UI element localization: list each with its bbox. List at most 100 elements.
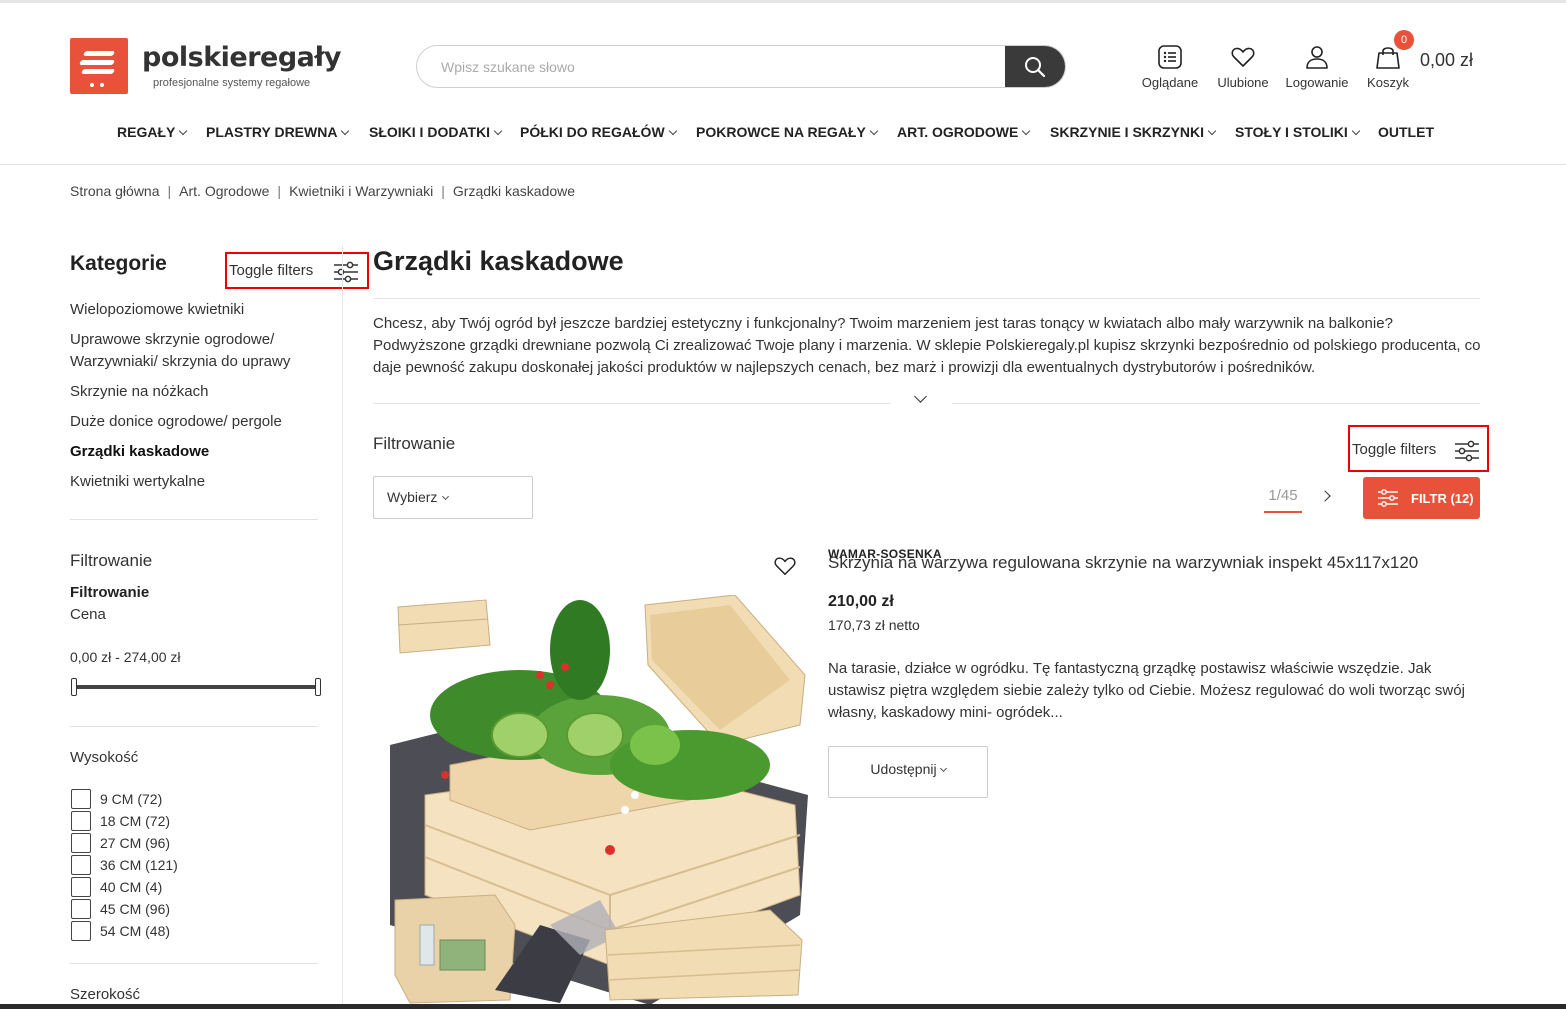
favorites-button[interactable]: Ulubione xyxy=(1212,44,1274,90)
height-filter-heading: Wysokość xyxy=(70,749,139,766)
checkbox[interactable] xyxy=(71,921,91,941)
product-price-netto: 170,73 zł netto xyxy=(828,617,920,633)
price-slider-min-handle[interactable] xyxy=(71,678,77,696)
breadcrumb-item[interactable]: Art. Ogrodowe xyxy=(179,183,269,199)
sidebar-toggle-filters[interactable]: Toggle filters xyxy=(225,252,369,289)
chevron-down-icon xyxy=(341,126,350,136)
product-description: Na tarasie, działce w ogródku. Tę fantas… xyxy=(828,660,1465,721)
heart-icon xyxy=(1231,47,1255,67)
height-option[interactable]: 36 CM (121) xyxy=(71,855,178,875)
login-button[interactable]: Logowanie xyxy=(1282,44,1352,90)
sidebar-category[interactable]: Uprawowe skrzynie ogrodowe/ Warzywniaki/… xyxy=(70,329,310,373)
search-button[interactable] xyxy=(1005,46,1065,87)
logo-tagline: profesjonalne systemy regałowe xyxy=(153,77,311,89)
price-slider-track[interactable] xyxy=(74,685,318,689)
viewed-button[interactable]: Oglądane xyxy=(1138,44,1202,90)
nav-item-regaly[interactable]: REGAŁY xyxy=(117,124,188,140)
height-option[interactable]: 9 CM (72) xyxy=(71,789,162,809)
sidebar-category[interactable]: Duże donice ogrodowe/ pergole xyxy=(70,411,320,433)
nav-divider xyxy=(0,164,1566,165)
search-bar xyxy=(416,45,1066,88)
sidebar-category-active[interactable]: Grządki kaskadowe xyxy=(70,441,320,463)
chevron-right-icon[interactable] xyxy=(1319,490,1331,502)
product-price: 210,00 zł xyxy=(828,593,894,610)
sliders-icon xyxy=(1378,489,1398,507)
category-description: Chcesz, aby Twój ogród był jeszcze bardz… xyxy=(373,315,1481,376)
login-label: Logowanie xyxy=(1285,75,1349,90)
chevron-down-icon xyxy=(442,492,450,501)
chevron-down-icon xyxy=(914,390,927,403)
height-option[interactable]: 40 CM (4) xyxy=(71,877,162,897)
product-name[interactable]: Skrzynia na warzywa regulowana skrzynie … xyxy=(828,553,1418,573)
expand-description-button[interactable] xyxy=(890,390,952,408)
chevron-down-icon xyxy=(179,126,188,136)
height-option[interactable]: 18 CM (72) xyxy=(71,811,170,831)
height-option[interactable]: 27 CM (96) xyxy=(71,833,170,853)
checkbox[interactable] xyxy=(71,833,91,853)
breadcrumb-item[interactable]: Strona główna xyxy=(70,183,160,199)
nav-item-art-ogrodowe[interactable]: ART. OGRODOWE xyxy=(897,124,1031,140)
sliders-icon xyxy=(334,261,358,283)
price-range-value: 0,00 zł - 274,00 zł xyxy=(70,649,181,665)
breadcrumb-item[interactable]: Kwietniki i Warzywniaki xyxy=(289,183,433,199)
chevron-down-icon xyxy=(493,126,503,136)
width-filter-heading: Szerokość xyxy=(70,986,141,1003)
breadcrumb: Strona główna | Art. Ogrodowe | Kwietniki i … xyxy=(70,183,576,199)
divider xyxy=(70,726,318,727)
height-option[interactable]: 45 CM (96) xyxy=(71,899,170,919)
cart-count-badge: 0 xyxy=(1394,30,1414,50)
nav-item-plastry-drewna[interactable]: PLASTRY DREWNA xyxy=(206,124,350,140)
chevron-down-icon xyxy=(869,126,879,136)
share-button[interactable]: Udostępnij xyxy=(828,746,988,798)
checkbox[interactable] xyxy=(71,811,91,831)
price-slider-max-handle[interactable] xyxy=(315,678,321,696)
search-icon xyxy=(1025,56,1046,77)
filter-label: Filtrowanie xyxy=(373,434,456,453)
nav-item-stoly[interactable]: STOŁY I STOLIKI xyxy=(1235,124,1361,140)
checkbox[interactable] xyxy=(71,899,91,919)
sidebar-title: Kategorie xyxy=(70,252,167,275)
main-toggle-filters[interactable]: Toggle filters xyxy=(1348,425,1489,472)
top-border xyxy=(0,0,1566,3)
chevron-down-icon xyxy=(1207,126,1217,136)
price-label: Cena xyxy=(70,606,106,623)
sidebar-category[interactable]: Skrzynie na nóżkach xyxy=(70,381,320,403)
cart-button[interactable]: Koszyk xyxy=(1362,44,1414,90)
product-image[interactable] xyxy=(390,595,808,1005)
bottom-bar xyxy=(0,1004,1566,1009)
sidebar-filter-subheading: Filtrowanie xyxy=(70,584,150,601)
sidebar-category[interactable]: Wielopoziomowe kwietniki xyxy=(70,299,320,321)
height-option[interactable]: 54 CM (48) xyxy=(71,921,170,941)
nav-item-skrzynie[interactable]: SKRZYNIE I SKRZYNKI xyxy=(1050,124,1217,140)
nav-item-outlet[interactable]: OUTLET xyxy=(1378,124,1434,140)
nav-item-polki[interactable]: PÓŁKI DO REGAŁÓW xyxy=(520,124,677,140)
pagination-indicator: 1/45 xyxy=(1268,487,1298,504)
nav-item-pokrowce[interactable]: POKROWCE NA REGAŁY xyxy=(696,124,879,140)
filter-button-label: FILTR (12) xyxy=(1411,490,1474,506)
pagination-underline xyxy=(1264,511,1302,513)
favorites-label: Ulubione xyxy=(1217,75,1269,90)
logo-text[interactable]: polskieregały xyxy=(142,42,342,73)
nav-item-sloiki[interactable]: SŁOIKI I DODATKI xyxy=(369,124,503,140)
cart-total[interactable]: 0,00 zł xyxy=(1420,50,1473,71)
sort-select[interactable]: Wybierz xyxy=(373,476,533,519)
chevron-down-icon xyxy=(1351,126,1361,136)
filter-button[interactable]: FILTR (12) xyxy=(1363,477,1480,519)
search-input[interactable] xyxy=(417,46,1007,87)
sliders-icon xyxy=(1455,440,1479,462)
checkbox[interactable] xyxy=(71,855,91,875)
divider xyxy=(70,519,318,520)
main-navigation: REGAŁY PLASTRY DREWNA SŁOIKI I DODATKI P… xyxy=(0,124,1566,146)
list-icon xyxy=(1158,45,1182,69)
sidebar-filter-heading: Filtrowanie xyxy=(70,551,153,570)
sidebar-category[interactable]: Kwietniki wertykalne xyxy=(70,471,320,493)
checkbox[interactable] xyxy=(71,877,91,897)
chevron-down-icon xyxy=(668,126,677,136)
toggle-filters-label: Toggle filters xyxy=(229,262,314,279)
viewed-label: Oglądane xyxy=(1141,75,1199,90)
add-to-favorites-icon[interactable] xyxy=(773,555,797,577)
sidebar-divider xyxy=(342,245,343,1009)
logo-icon[interactable] xyxy=(70,38,128,94)
breadcrumb-current: Grządki kaskadowe xyxy=(452,183,576,199)
checkbox[interactable] xyxy=(71,789,91,809)
